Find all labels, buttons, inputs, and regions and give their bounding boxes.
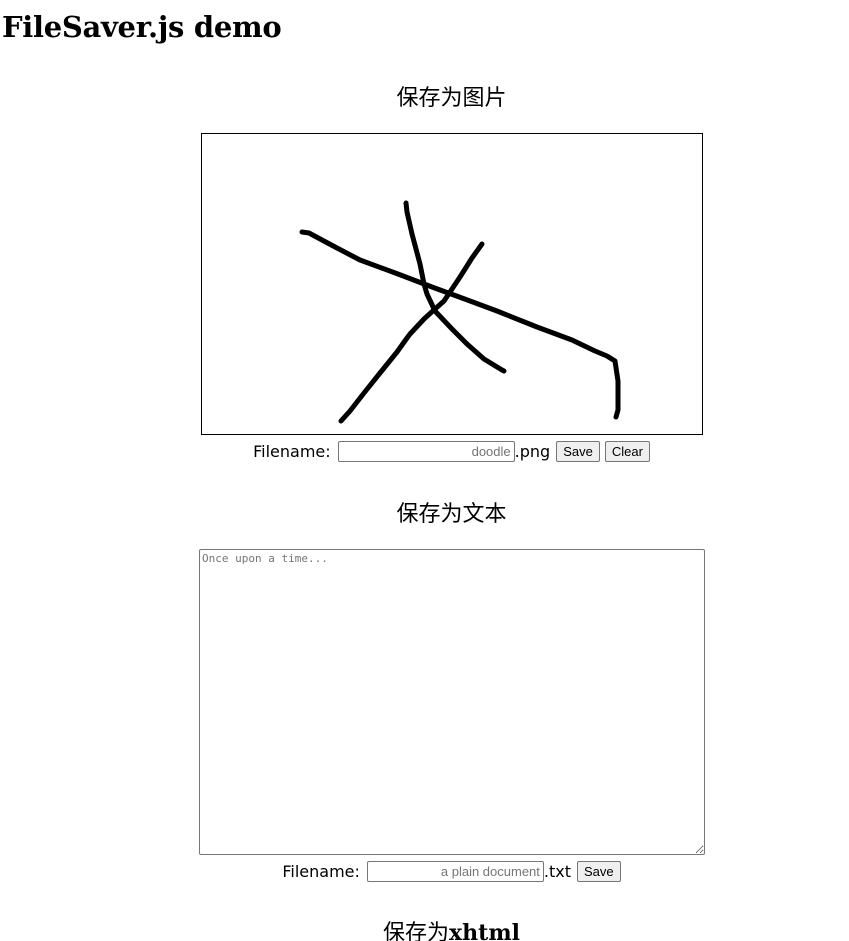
text-filename-input[interactable] <box>366 861 544 882</box>
doodle-stroke <box>299 229 621 420</box>
canvas-clear-button[interactable]: Clear <box>604 441 650 462</box>
text-filename-row: Filename: .txt Save <box>0 861 849 882</box>
xhtml-heading-prefix: 保存为 <box>383 921 450 941</box>
doodle-strokes <box>299 200 621 424</box>
image-section-heading: 保存为图片 <box>396 86 507 111</box>
image-save-button[interactable]: Save <box>556 441 600 462</box>
text-extension-label: .txt <box>543 861 571 881</box>
page-title: FileSaver.js demo <box>2 10 282 44</box>
xhtml-section-heading: 保存为xhtml <box>0 918 849 941</box>
drawing-canvas[interactable] <box>201 133 703 435</box>
text-section-heading: 保存为文本 <box>396 502 507 527</box>
drawing-canvas-surface[interactable] <box>202 134 702 434</box>
text-content-textarea[interactable] <box>199 549 705 855</box>
text-filename-label: Filename: <box>282 861 360 881</box>
image-filename-row: Filename: .png Save Clear <box>0 441 849 462</box>
xhtml-heading-bold: xhtml <box>449 920 520 941</box>
doodle-stroke <box>338 241 485 424</box>
image-filename-input[interactable] <box>337 441 515 462</box>
text-save-button[interactable]: Save <box>577 861 621 882</box>
image-filename-label: Filename: <box>253 441 331 461</box>
image-extension-label: .png <box>514 441 551 461</box>
